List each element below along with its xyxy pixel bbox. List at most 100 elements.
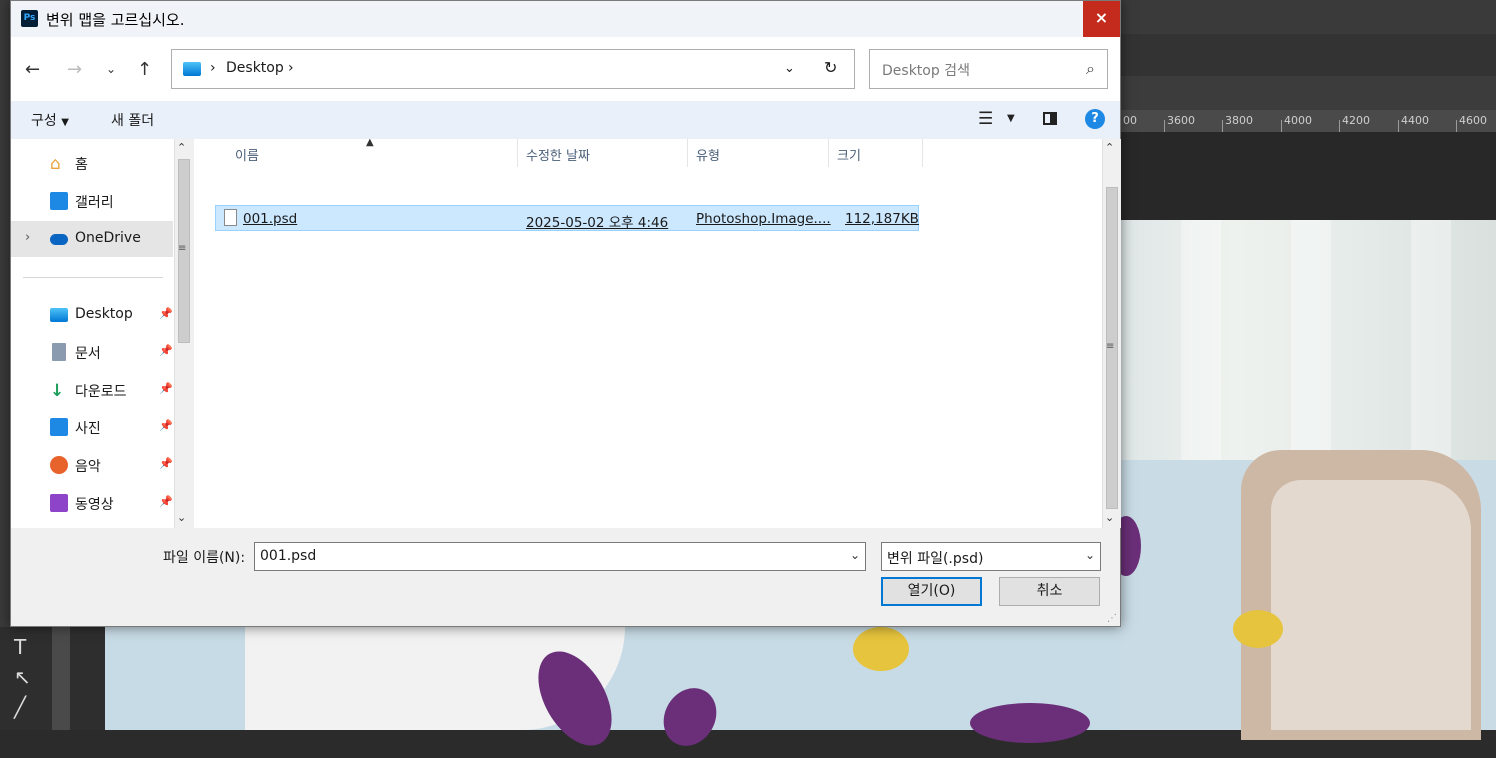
scroll-down-icon[interactable]: ⌄ <box>1105 511 1114 524</box>
pin-icon[interactable]: 📌 <box>159 419 173 432</box>
photoshop-document-tabs <box>1121 76 1496 110</box>
file-icon <box>224 209 237 226</box>
horizontal-ruler: 00 3600 3800 4000 4200 4400 4600 <box>1121 110 1496 133</box>
file-row[interactable]: 001.psd 2025-05-02 오후 4:46 Photoshop.Ima… <box>215 205 919 231</box>
arrow-left-icon[interactable]: ← <box>25 59 40 80</box>
desktop-icon <box>50 308 68 322</box>
ruler-label: 4200 <box>1342 114 1370 127</box>
breadcrumb-separator: › <box>210 60 216 76</box>
dialog-title: 변위 맵을 고르십시오. <box>46 11 185 29</box>
sidebar-item-label: 사진 <box>75 421 101 437</box>
sidebar-item-label: Desktop <box>75 306 133 322</box>
filename-input[interactable]: 001.psd ⌄ <box>254 542 866 571</box>
pin-icon[interactable]: 📌 <box>159 457 173 470</box>
ruler-label: 4400 <box>1401 114 1429 127</box>
ruler-label: 4600 <box>1459 114 1487 127</box>
file-list: ▲ 이름 수정한 날짜 유형 크기 001.psd 2025-05-02 오후 … <box>194 137 1102 528</box>
close-icon: × <box>1094 8 1109 27</box>
view-options-icon[interactable]: ☰ <box>978 109 993 129</box>
arrow-up-icon[interactable]: ↑ <box>137 59 152 80</box>
video-icon <box>50 494 68 512</box>
column-header-size[interactable]: 크기 <box>829 139 923 167</box>
cloud-icon <box>50 234 68 245</box>
caret-down-icon[interactable]: ▼ <box>1007 113 1015 124</box>
cancel-button[interactable]: 취소 <box>999 577 1100 606</box>
chevron-down-icon[interactable]: ⌄ <box>850 548 860 562</box>
sidebar-item-music[interactable]: 음악 📌 <box>11 447 173 483</box>
sidebar-item-onedrive[interactable]: › OneDrive <box>11 221 173 257</box>
photoshop-canvas-lower <box>105 627 1121 758</box>
sidebar-item-downloads[interactable]: ↓ 다운로드 📌 <box>11 372 173 408</box>
scroll-up-icon[interactable]: ⌃ <box>1105 141 1114 154</box>
download-icon: ↓ <box>50 381 65 401</box>
refresh-icon[interactable]: ↻ <box>824 58 837 77</box>
photoshop-app-icon: Ps <box>21 10 38 27</box>
sidebar-item-label: 다운로드 <box>75 384 127 400</box>
file-size: 112,187KB <box>845 211 919 227</box>
document-icon <box>52 343 66 361</box>
chevron-right-icon[interactable]: › <box>25 230 30 245</box>
file-list-scrollbar[interactable]: ⌃ ≡ ⌄ <box>1102 139 1121 528</box>
new-folder-button[interactable]: 새 폴더 <box>111 110 154 130</box>
column-header-name[interactable]: 이름 <box>227 139 518 167</box>
filetype-value: 변위 파일(.psd) <box>887 551 984 567</box>
sidebar-item-label: 동영상 <box>75 497 114 513</box>
command-bar: 구성 ▼ 새 폴더 ☰ ▼ ? <box>11 101 1120 139</box>
sidebar-item-desktop[interactable]: Desktop 📌 <box>11 297 173 333</box>
resize-grip-icon[interactable]: ⋰ <box>1107 613 1117 624</box>
breadcrumb-desktop[interactable]: Desktop <box>226 60 284 76</box>
ruler-label: 3800 <box>1225 114 1253 127</box>
photoshop-pasteboard <box>1121 132 1496 220</box>
scroll-grip-icon: ≡ <box>1106 341 1115 352</box>
gallery-icon <box>50 192 68 210</box>
scroll-down-icon[interactable]: ⌄ <box>177 511 186 524</box>
sidebar-item-label: 문서 <box>75 346 101 362</box>
sidebar-item-home[interactable]: ⌂ 홈 <box>11 145 173 181</box>
preview-pane-icon[interactable] <box>1043 112 1057 125</box>
navigation-bar: ← → ⌄ ↑ › Desktop › ⌄ ↻ Desktop 검색 ⌕ <box>11 37 1120 101</box>
search-icon: ⌕ <box>1086 59 1095 78</box>
path-selection-tool-icon[interactable]: ↖ <box>14 665 31 689</box>
sidebar-item-documents[interactable]: 문서 📌 <box>11 334 173 370</box>
picture-icon <box>50 418 68 436</box>
photoshop-canvas[interactable] <box>1111 220 1496 740</box>
column-header-type[interactable]: 유형 <box>688 139 829 167</box>
sidebar-item-label: OneDrive <box>75 230 141 246</box>
organize-button[interactable]: 구성 ▼ <box>31 110 69 130</box>
address-bar[interactable]: › Desktop › ⌄ ↻ <box>171 49 855 89</box>
dialog-title-bar: Ps 변위 맵을 고르십시오. × <box>11 1 1120 37</box>
desktop-icon <box>183 62 201 76</box>
file-modified: 2025-05-02 오후 4:46 <box>526 215 669 231</box>
open-file-dialog: Ps 변위 맵을 고르십시오. × ← → ⌄ ↑ › Desktop › ⌄ … <box>10 0 1121 627</box>
sidebar-item-label: 음악 <box>75 459 101 475</box>
line-tool-icon[interactable]: ╱ <box>14 695 26 719</box>
pin-icon[interactable]: 📌 <box>159 382 173 395</box>
filetype-select[interactable]: 변위 파일(.psd) ⌄ <box>881 542 1101 571</box>
sidebar-item-videos[interactable]: 동영상 📌 <box>11 485 173 521</box>
scroll-up-icon[interactable]: ⌃ <box>177 141 186 154</box>
sidebar-item-label: 홈 <box>75 157 88 173</box>
sidebar-scrollbar[interactable]: ⌃ ≡ ⌄ <box>174 139 193 528</box>
sidebar-item-gallery[interactable]: 갤러리 <box>11 183 173 219</box>
type-tool-icon[interactable]: T <box>14 635 26 659</box>
navigation-pane: ⌂ 홈 갤러리 › OneDrive Desktop 📌 문서 📌 ↓ 다운로드… <box>11 139 193 528</box>
arrow-right-icon[interactable]: → <box>67 59 82 80</box>
filename-value: 001.psd <box>260 548 317 564</box>
chevron-down-icon: ⌄ <box>1084 548 1095 562</box>
ruler-label: 3600 <box>1167 114 1195 127</box>
breadcrumb-separator[interactable]: › <box>288 60 294 76</box>
column-header-modified[interactable]: 수정한 날짜 <box>518 139 688 167</box>
pin-icon[interactable]: 📌 <box>159 495 173 508</box>
pin-icon[interactable]: 📌 <box>159 344 173 357</box>
photoshop-side-strip <box>0 0 10 627</box>
file-name: 001.psd <box>243 211 298 227</box>
open-button[interactable]: 열기(O) <box>881 577 982 606</box>
chevron-down-icon[interactable]: ⌄ <box>784 61 795 76</box>
chevron-down-icon[interactable]: ⌄ <box>106 62 116 76</box>
search-input[interactable]: Desktop 검색 ⌕ <box>869 49 1108 89</box>
music-icon <box>50 456 68 474</box>
pin-icon[interactable]: 📌 <box>159 307 173 320</box>
sidebar-item-pictures[interactable]: 사진 📌 <box>11 409 173 445</box>
close-button[interactable]: × <box>1083 1 1120 37</box>
help-icon[interactable]: ? <box>1085 109 1105 129</box>
